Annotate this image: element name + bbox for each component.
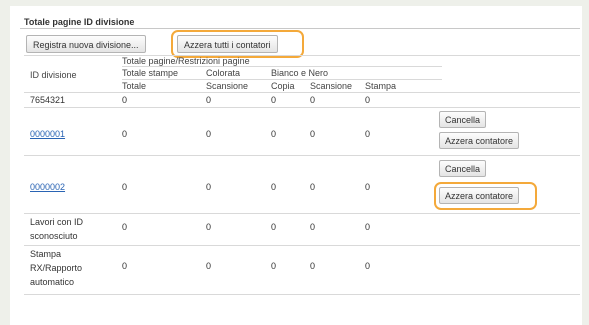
value-color-scan: 0 [206, 95, 212, 105]
value-bw-scan: 0 [310, 95, 316, 105]
table-top-line [24, 55, 580, 56]
value-total: 0 [122, 222, 128, 232]
value-total: 0 [122, 129, 128, 139]
division-counter-panel: Totale pagine ID divisione Registra nuov… [10, 6, 582, 325]
value-color-scan: 0 [206, 129, 212, 139]
value-bw-copy: 0 [271, 129, 277, 139]
delete-division-button[interactable]: Cancella [439, 111, 487, 128]
header-division-id: ID divisione [30, 70, 77, 80]
value-bw-copy: 0 [271, 222, 277, 232]
register-new-division-button[interactable]: Registra nuova divisione... [26, 35, 146, 53]
subheader-bw-print: Stampa [365, 81, 397, 91]
subheader-color-scan: Scansione [206, 81, 249, 91]
subheader-bw-copy: Copia [271, 81, 295, 91]
value-bw-copy: 0 [271, 261, 277, 271]
subheader-total: Totale [122, 81, 147, 91]
row-divider [24, 245, 580, 246]
reset-all-counters-button[interactable]: Azzera tutti i contatori [177, 35, 278, 53]
table-bottom-line [24, 294, 580, 295]
value-bw-print: 0 [365, 129, 371, 139]
row-divider [24, 213, 580, 214]
rx-print-report-label: Stampa RX/Rapporto automatico [30, 249, 83, 287]
header-black-white: Bianco e Nero [271, 68, 329, 78]
header-bottom-line [24, 92, 580, 93]
reset-counter-button[interactable]: Azzera contatore [439, 187, 520, 204]
value-color-scan: 0 [206, 222, 212, 232]
value-bw-scan: 0 [310, 182, 316, 192]
value-bw-scan: 0 [310, 261, 316, 271]
value-bw-copy: 0 [271, 95, 277, 105]
value-color-scan: 0 [206, 182, 212, 192]
value-bw-print: 0 [365, 261, 371, 271]
header-total-pages: Totale pagine/Restrizioni pagine [122, 56, 250, 66]
division-id-0000001-link[interactable]: 0000001 [30, 129, 65, 139]
value-color-scan: 0 [206, 261, 212, 271]
header-line-1 [122, 66, 442, 67]
subheader-bw-scan: Scansione [310, 81, 353, 91]
section-title: Totale pagine ID divisione [24, 17, 135, 27]
value-total: 0 [122, 182, 128, 192]
value-bw-copy: 0 [271, 182, 277, 192]
value-bw-scan: 0 [310, 222, 316, 232]
reset-counter-button[interactable]: Azzera contatore [439, 132, 520, 149]
delete-division-button[interactable]: Cancella [439, 160, 487, 177]
unknown-id-jobs-label: Lavori con ID sconosciuto [30, 217, 84, 241]
value-bw-print: 0 [365, 222, 371, 232]
value-bw-print: 0 [365, 182, 371, 192]
division-id-7654321: 7654321 [30, 95, 66, 105]
header-line-2 [122, 79, 442, 80]
value-total: 0 [122, 261, 128, 271]
header-color: Colorata [206, 68, 241, 78]
row-divider [24, 107, 580, 108]
value-total: 0 [122, 95, 128, 105]
row-divider [24, 155, 580, 156]
header-total-prints: Totale stampe [122, 68, 179, 78]
value-bw-print: 0 [365, 95, 371, 105]
division-id-0000002-link[interactable]: 0000002 [30, 182, 65, 192]
section-divider [20, 28, 580, 29]
value-bw-scan: 0 [310, 129, 316, 139]
